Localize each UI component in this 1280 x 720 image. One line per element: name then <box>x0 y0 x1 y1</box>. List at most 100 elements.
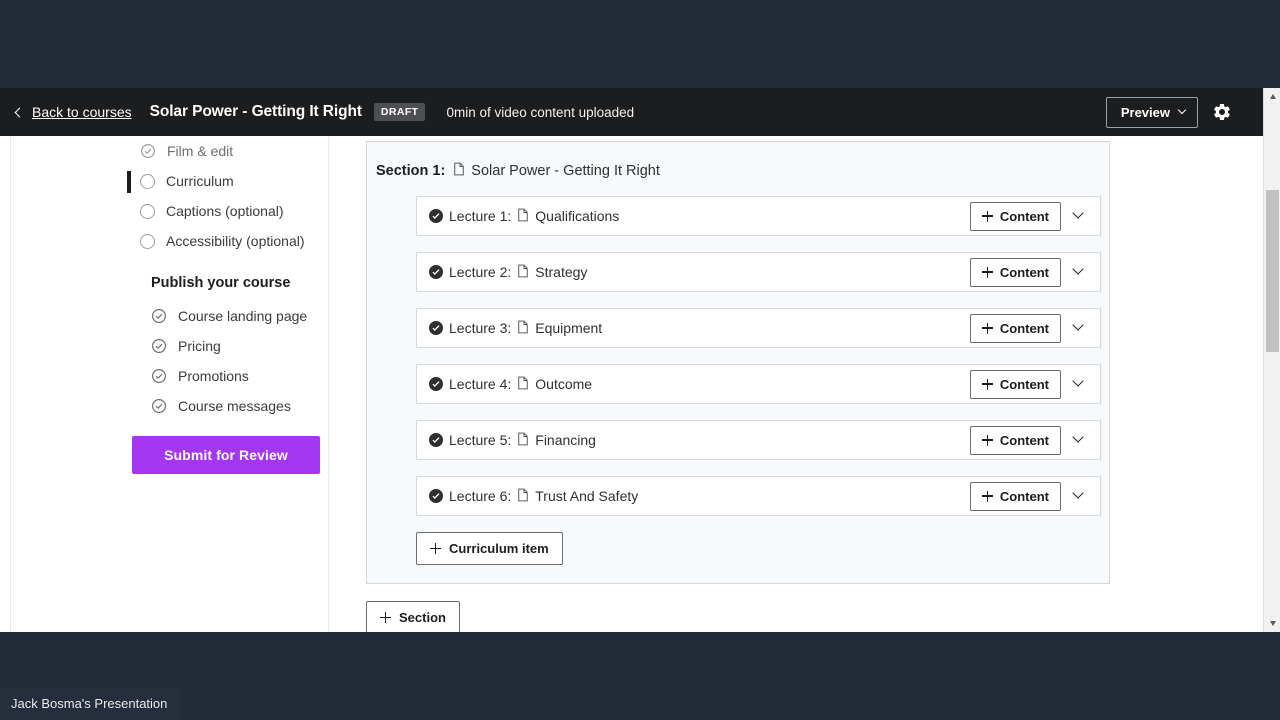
header-actions: Preview <box>1105 96 1280 128</box>
sidebar-item-course-messages[interactable]: Course messages <box>11 391 328 421</box>
lecture-title: Strategy <box>535 264 588 280</box>
scroll-up-arrow-icon[interactable] <box>1264 88 1280 105</box>
circle-icon <box>140 233 155 249</box>
add-content-label: Content <box>999 488 1049 504</box>
page-body: Film & edit Curriculum Captions (optiona… <box>0 136 1280 632</box>
chevron-down-icon[interactable] <box>1065 259 1091 285</box>
page-title: Solar Power - Getting It Right <box>149 103 362 120</box>
table-row[interactable]: Lecture 3: Equipment Content <box>416 308 1101 348</box>
sidebar-item-label: Course messages <box>178 398 291 414</box>
scrollbar-thumb[interactable] <box>1266 190 1279 352</box>
add-section-button[interactable]: Section <box>366 601 460 632</box>
lecture-title: Trust And Safety <box>535 488 639 504</box>
add-curriculum-item-button[interactable]: Curriculum item <box>416 532 563 565</box>
lecture-actions: Content <box>969 425 1091 455</box>
sidebar-item-label: Curriculum <box>166 173 234 189</box>
section-number-label: Section 1: <box>376 163 446 179</box>
sidebar-item-label: Course landing page <box>178 308 308 324</box>
section-header: Section 1: Solar Power - Getting It Righ… <box>367 142 1109 196</box>
lecture-info: Lecture 3: Equipment <box>429 320 602 337</box>
active-indicator-bar <box>127 171 131 193</box>
gear-icon[interactable] <box>1212 102 1232 122</box>
lecture-number: Lecture 5: <box>449 432 512 448</box>
plus-icon <box>981 378 993 390</box>
document-icon <box>517 320 529 337</box>
sidebar-item-film-and-edit[interactable]: Film & edit <box>11 136 328 166</box>
sidebar-item-captions[interactable]: Captions (optional) <box>11 196 328 226</box>
lecture-actions: Content <box>969 481 1091 511</box>
document-icon <box>517 208 529 225</box>
lecture-title: Qualifications <box>535 208 620 224</box>
scroll-down-arrow-icon[interactable] <box>1264 615 1280 632</box>
table-row[interactable]: Lecture 2: Strategy Content <box>416 252 1101 292</box>
lecture-title: Financing <box>535 432 596 448</box>
chevron-down-icon[interactable] <box>1065 371 1091 397</box>
sidebar-item-label: Promotions <box>178 368 249 384</box>
lecture-number: Lecture 2: <box>449 264 512 280</box>
lecture-number: Lecture 4: <box>449 376 512 392</box>
lecture-number: Lecture 1: <box>449 208 512 224</box>
sidebar-item-course-landing-page[interactable]: Course landing page <box>11 301 328 331</box>
sidebar-item-label: Film & edit <box>167 143 234 159</box>
add-content-label: Content <box>999 208 1049 224</box>
add-content-button[interactable]: Content <box>969 257 1061 287</box>
plus-icon <box>981 434 993 446</box>
lecture-actions: Content <box>969 257 1091 287</box>
add-content-button[interactable]: Content <box>969 201 1061 231</box>
document-icon <box>517 432 529 449</box>
submit-for-review-button[interactable]: Submit for Review <box>132 436 320 474</box>
check-circle-filled-icon <box>429 433 443 447</box>
sidebar-item-curriculum[interactable]: Curriculum <box>11 166 328 196</box>
plus-icon <box>430 543 441 554</box>
lecture-info: Lecture 2: Strategy <box>429 264 587 281</box>
chevron-down-icon[interactable] <box>1065 203 1091 229</box>
chevron-left-icon <box>14 107 25 117</box>
sidebar-item-pricing[interactable]: Pricing <box>11 331 328 361</box>
sidebar-item-promotions[interactable]: Promotions <box>11 361 328 391</box>
chevron-down-icon[interactable] <box>1065 315 1091 341</box>
add-curriculum-item-label: Curriculum item <box>449 541 549 556</box>
document-icon <box>517 264 529 281</box>
vertical-scrollbar[interactable] <box>1263 88 1280 632</box>
lecture-info: Lecture 4: Outcome <box>429 376 592 393</box>
add-content-button[interactable]: Content <box>969 425 1061 455</box>
table-row[interactable]: Lecture 1: Qualifications Content <box>416 196 1101 236</box>
chevron-down-icon[interactable] <box>1065 483 1091 509</box>
circle-icon <box>140 203 155 219</box>
lecture-info: Lecture 5: Financing <box>429 432 596 449</box>
table-row[interactable]: Lecture 5: Financing Content <box>416 420 1101 460</box>
lecture-actions: Content <box>969 313 1091 343</box>
presentation-label: Jack Bosma's Presentation <box>0 688 182 720</box>
plus-icon <box>981 322 993 334</box>
lecture-actions: Content <box>969 201 1091 231</box>
add-content-button[interactable]: Content <box>969 369 1061 399</box>
section-title: Solar Power - Getting It Right <box>471 163 660 179</box>
plus-icon <box>981 210 993 222</box>
table-row[interactable]: Lecture 6: Trust And Safety Content <box>416 476 1101 516</box>
lecture-info: Lecture 6: Trust And Safety <box>429 488 638 505</box>
course-checklist-sidebar: Film & edit Curriculum Captions (optiona… <box>11 136 328 632</box>
lecture-list: Lecture 1: Qualifications Content Lectur… <box>367 196 1109 516</box>
lecture-number: Lecture 6: <box>449 488 512 504</box>
add-content-label: Content <box>999 376 1049 392</box>
check-circle-icon <box>140 143 156 159</box>
desktop-background-bottom <box>0 632 1280 720</box>
preview-button[interactable]: Preview <box>1105 96 1198 128</box>
add-content-button[interactable]: Content <box>969 481 1061 511</box>
chevron-down-icon[interactable] <box>1065 427 1091 453</box>
table-row[interactable]: Lecture 4: Outcome Content <box>416 364 1101 404</box>
check-circle-filled-icon <box>429 321 443 335</box>
sidebar-item-accessibility[interactable]: Accessibility (optional) <box>11 226 328 256</box>
add-content-label: Content <box>999 432 1049 448</box>
desktop-background-top <box>0 0 1280 88</box>
add-section-label: Section <box>399 610 446 625</box>
chevron-down-icon <box>1177 105 1187 115</box>
add-content-button[interactable]: Content <box>969 313 1061 343</box>
status-badge: DRAFT <box>373 103 426 121</box>
back-to-courses-link[interactable]: Back to courses <box>14 104 132 120</box>
plus-icon <box>380 612 391 623</box>
check-circle-icon <box>151 368 167 384</box>
document-icon <box>517 488 529 505</box>
check-circle-icon <box>151 398 167 414</box>
back-to-courses-label: Back to courses <box>32 104 132 120</box>
